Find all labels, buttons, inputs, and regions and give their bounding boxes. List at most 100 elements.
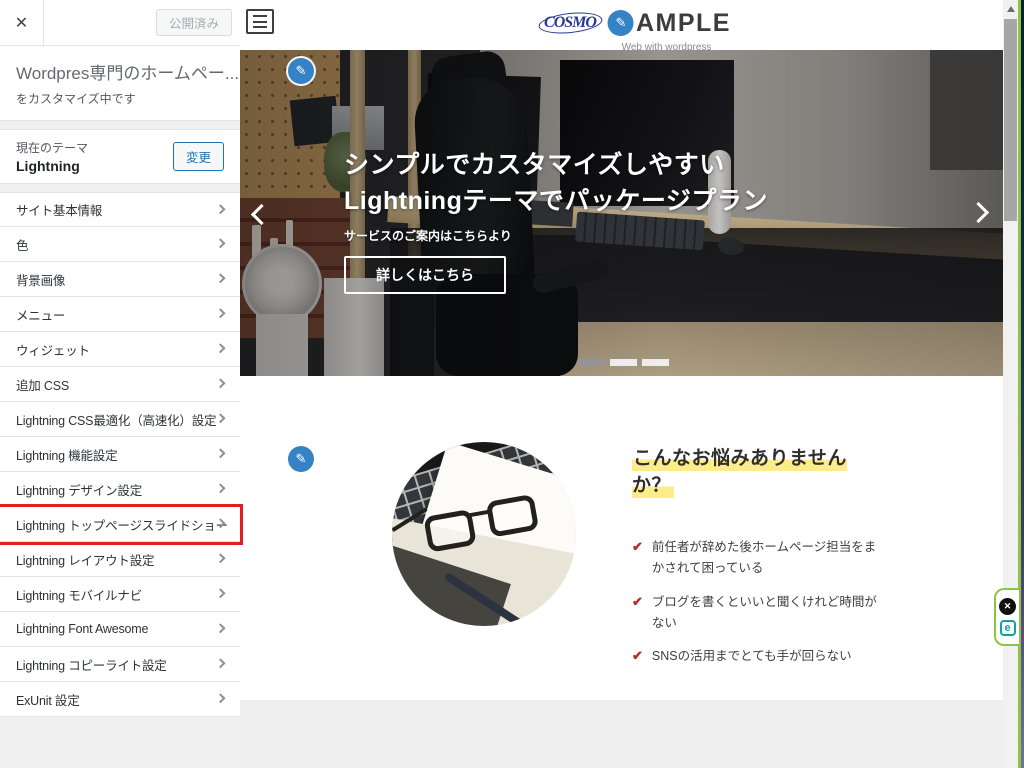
worry-text: 前任者が辞めた後ホームページ担当をまかされて困っている: [652, 537, 884, 580]
clipper-e-button[interactable]: e: [1000, 620, 1016, 636]
sidebar-item-copyright-settings[interactable]: Lightning コピーライト設定: [0, 647, 240, 682]
sidebar-item-label: Lightning Font Awesome: [16, 622, 148, 636]
slide-indicators: [578, 359, 669, 366]
sidebar-item-background-image[interactable]: 背景画像: [0, 262, 240, 297]
sidebar-item-label: Lightning デザイン設定: [16, 480, 142, 499]
change-theme-button[interactable]: 変更: [173, 142, 224, 171]
chevron-right-icon: [216, 273, 226, 283]
worries-text-column: こんなお悩みありませんか？ ✔ 前任者が辞めた後ホームページ担当をまかされて困っ…: [632, 443, 884, 679]
worries-list: ✔ 前任者が辞めた後ホームページ担当をまかされて困っている ✔ ブログを書くとい…: [632, 537, 884, 667]
hamburger-bar: [253, 15, 267, 17]
clipper-widget: ✕ e: [994, 588, 1019, 646]
chevron-right-icon: [216, 204, 226, 214]
sidebar-item-label: 色: [16, 235, 28, 254]
pencil-glyph: ✎: [296, 451, 307, 467]
site-header: COSMO ✎ AMPLE Web with wordpress: [240, 0, 1003, 50]
publish-button[interactable]: 公開済み: [156, 9, 232, 36]
hero-caption: サービスのご案内はこちらより: [344, 227, 768, 244]
theme-name: Lightning: [16, 158, 88, 174]
close-icon: ✕: [15, 13, 28, 33]
current-theme-section: 現在のテーマ Lightning 変更: [0, 129, 240, 184]
slide-indicator[interactable]: [642, 359, 669, 366]
clipper-close-button[interactable]: ✕: [999, 598, 1016, 615]
sidebar-item-top-slideshow[interactable]: Lightning トップページスライドショー: [0, 507, 240, 542]
chevron-right-icon: [216, 658, 226, 668]
sidebar-item-design-settings[interactable]: Lightning デザイン設定: [0, 472, 240, 507]
sidebar-item-css-optimize[interactable]: Lightning CSS最適化（高速化）設定: [0, 402, 240, 437]
sidebar-item-label: メニュー: [16, 305, 65, 324]
hero-title-line2: Lightningテーマでパッケージプラン: [344, 184, 768, 220]
chevron-right-icon: [216, 693, 226, 703]
chevron-right-icon: [216, 343, 226, 353]
hero-title-line1: シンプルでカスタマイズしやすい: [344, 148, 768, 184]
worries-section: ✎ こんなお悩みありませんか？ ✔: [240, 376, 1003, 700]
vertical-scrollbar[interactable]: [1003, 0, 1018, 768]
list-item: ✔ SNSの活用までとても手が回らない: [632, 646, 884, 667]
sidebar-item-label: ウィジェット: [16, 340, 90, 359]
hero-title: シンプルでカスタマイズしやすい Lightningテーマでパッケージプラン: [344, 148, 768, 219]
logo-row: COSMO ✎ AMPLE: [540, 5, 731, 41]
pencil-glyph: ✎: [616, 15, 627, 31]
sidebar-item-widgets[interactable]: ウィジェット: [0, 332, 240, 367]
check-icon: ✔: [632, 537, 643, 580]
cosmo-emblem: COSMO: [540, 5, 600, 41]
hero-copy: シンプルでカスタマイズしやすい Lightningテーマでパッケージプラン サー…: [344, 148, 768, 294]
sidebar-item-label: Lightning 機能設定: [16, 445, 117, 464]
customize-info: Wordpres専門のホームペー... ? をカスタマイズ中です: [0, 46, 240, 121]
hamburger-bar: [253, 21, 267, 23]
worry-text: ブログを書くといいと聞くけれど時間がない: [652, 592, 884, 635]
sidebar-item-label: 背景画像: [16, 270, 65, 289]
hamburger-bar: [253, 26, 267, 28]
chevron-right-icon: [216, 483, 226, 493]
chevron-right-icon: [216, 588, 226, 598]
scrollbar-thumb[interactable]: [1004, 19, 1017, 221]
sidebar-item-label: 追加 CSS: [16, 375, 69, 394]
site-logo[interactable]: COSMO ✎ AMPLE Web with wordpress: [540, 5, 731, 53]
up-triangle-icon: [1007, 6, 1015, 12]
sidebar-item-mobile-nav[interactable]: Lightning モバイルナビ: [0, 577, 240, 612]
sidebar-item-label: Lightning モバイルナビ: [16, 585, 142, 604]
sidebar-item-exunit-settings[interactable]: ExUnit 設定: [0, 682, 240, 717]
chevron-right-icon: [216, 413, 226, 423]
page-footer: [240, 700, 1003, 768]
sidebar-item-label: Lightning レイアウト設定: [16, 550, 154, 569]
worry-text: SNSの活用までとても手が回らない: [652, 646, 852, 667]
customizer-sidebar: ✕ 公開済み Wordpres専門のホームペー... ? をカスタマイズ中です …: [0, 0, 240, 768]
sidebar-item-font-awesome[interactable]: Lightning Font Awesome: [0, 612, 240, 647]
sidebar-item-layout-settings[interactable]: Lightning レイアウト設定: [0, 542, 240, 577]
check-icon: ✔: [632, 646, 643, 667]
slide-indicator[interactable]: [578, 359, 605, 366]
sidebar-item-label: Lightning コピーライト設定: [16, 655, 167, 674]
customizer-screen: ✕ 公開済み Wordpres専門のホームペー... ? をカスタマイズ中です …: [0, 0, 1024, 768]
sidebar-item-additional-css[interactable]: 追加 CSS: [0, 367, 240, 402]
chevron-right-icon: [216, 238, 226, 248]
chevron-right-icon: [216, 448, 226, 458]
hamburger-menu-button[interactable]: [246, 9, 274, 34]
edit-pencil-icon[interactable]: ✎: [608, 10, 634, 36]
theme-meta: 現在のテーマ Lightning: [16, 139, 88, 174]
photo-glasses-lens: [486, 494, 540, 538]
worries-heading: こんなお悩みありませんか？: [632, 448, 847, 498]
scrollbar-up-arrow[interactable]: [1003, 0, 1018, 17]
chevron-right-icon: [216, 553, 226, 563]
site-title-heading: Wordpres専門のホームペー... ?: [16, 59, 226, 84]
check-icon: ✔: [632, 592, 643, 635]
customizer-topbar: ✕ 公開済み: [0, 0, 240, 46]
site-preview: COSMO ✎ AMPLE Web with wordpress: [240, 0, 1003, 768]
edit-pencil-icon[interactable]: ✎: [288, 58, 314, 84]
e-icon: e: [1004, 622, 1010, 634]
close-customizer-button[interactable]: ✕: [0, 0, 44, 45]
slide-indicator[interactable]: [610, 359, 637, 366]
sidebar-item-function-settings[interactable]: Lightning 機能設定: [0, 437, 240, 472]
hero-slideshow: ✎ シンプルでカスタマイズしやすい Lightningテーマでパッケージプラン …: [240, 50, 1003, 376]
sidebar-item-colors[interactable]: 色: [0, 227, 240, 262]
site-title-text: Wordpres専門のホームペー...: [16, 59, 239, 84]
current-theme-label: 現在のテーマ: [16, 139, 88, 156]
customizer-menu: サイト基本情報 色 背景画像 メニュー ウィジェット 追加 CSS Lightn…: [0, 192, 240, 717]
close-icon: ✕: [1004, 601, 1012, 612]
edit-pencil-icon[interactable]: ✎: [288, 446, 314, 472]
hero-details-button[interactable]: 詳しくはこちら: [344, 256, 506, 294]
chevron-right-icon: [216, 308, 226, 318]
sidebar-item-site-info[interactable]: サイト基本情報: [0, 192, 240, 227]
sidebar-item-menus[interactable]: メニュー: [0, 297, 240, 332]
